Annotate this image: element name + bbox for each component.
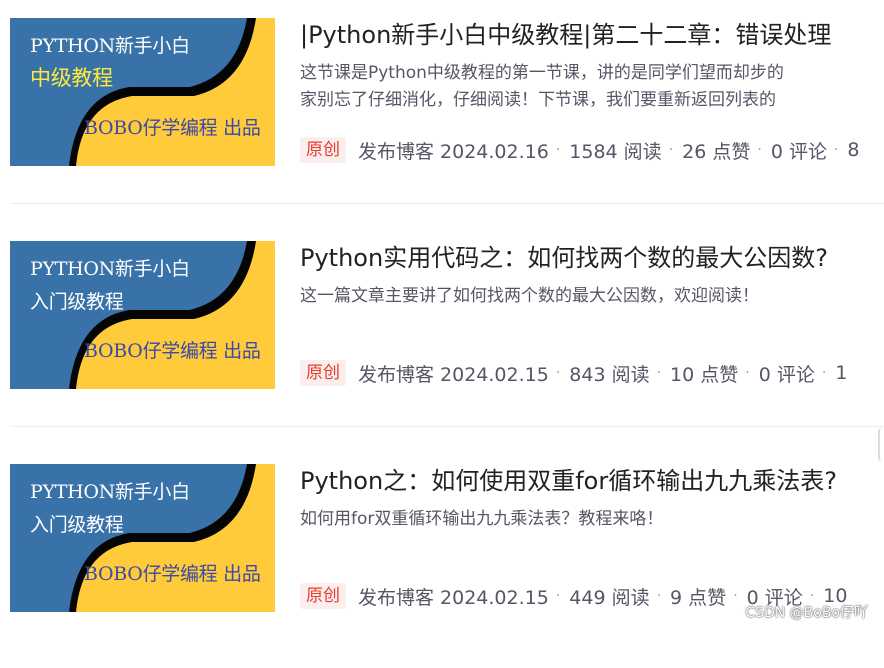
publish-date: 发布博客 2024.02.15 [358,586,549,609]
article-description-line: 这节课是Python中级教程的第一节课，讲的是同学们望而却步的 [300,63,784,83]
meta-separator: · [757,142,762,158]
article-description-line: 如何用for双重循环输出九九乘法表？教程来咯！ [300,509,664,529]
meta-separator: · [555,365,561,381]
article-description-line: 这一篇文章主要讲了如何找两个数的最大公因数，欢迎阅读！ [300,286,759,306]
article-meta: 原创 发布博客 2024.02.16 · 1584 阅读 · 26 点赞 · 0… [300,135,884,165]
article-thumbnail[interactable]: PYTHON新手小白 入门级教程 BOBO仔学编程 出品 [10,464,275,612]
article-meta: 原创 发布博客 2024.02.15 · 843 阅读 · 10 点赞 · 0 … [300,358,884,388]
thumbnail-caption-level: 入门级教程 [30,291,124,313]
thumbnail-caption-level: 入门级教程 [30,514,124,536]
list-divider [10,203,884,204]
like-count: 9 点赞 [670,586,727,609]
meta-separator: · [733,588,738,604]
article-description[interactable]: 这一篇文章主要讲了如何找两个数的最大公因数，欢迎阅读！ [300,283,884,310]
read-count: 449 阅读 [569,586,650,609]
article-thumbnail[interactable]: PYTHON新手小白 入门级教程 BOBO仔学编程 出品 [10,241,275,389]
comment-count: 0 评论 [758,363,815,386]
publish-date: 发布博客 2024.02.15 [358,363,549,386]
csdn-watermark: CSDN @BoBo仔吖 [745,605,868,621]
article-item: PYTHON新手小白 中级教程 BOBO仔学编程 出品 |Python新手小白中… [0,0,884,222]
original-badge: 原创 [300,583,346,609]
article-title[interactable]: |Python新手小白中级教程|第二十二章：错误处理 [300,19,884,51]
article-description-line: 家别忘了仔细消化，仔细阅读！下节课，我们要重新返回列表的 [300,90,776,110]
thumbnail-caption-top: PYTHON新手小白 [30,258,190,280]
meta-separator: · [555,588,561,604]
original-badge: 原创 [300,137,346,163]
original-badge: 原创 [300,360,346,386]
meta-separator: · [745,365,750,381]
thumbnail-caption-author: BOBO仔学编程 出品 [84,117,261,139]
list-divider [10,426,884,427]
meta-separator: · [656,588,662,604]
collect-count: 1 [835,362,848,384]
meta-separator: · [668,142,674,158]
article-title[interactable]: Python实用代码之：如何找两个数的最大公因数? [300,242,884,274]
thumbnail-caption-author: BOBO仔学编程 出品 [84,340,261,362]
like-count: 10 点赞 [670,363,739,386]
article-thumbnail[interactable]: PYTHON新手小白 中级教程 BOBO仔学编程 出品 [10,18,275,166]
read-count: 843 阅读 [569,363,650,386]
like-count: 26 点赞 [682,140,751,163]
article-description[interactable]: 如何用for双重循环输出九九乘法表？教程来咯！ [300,506,884,533]
comment-count: 0 评论 [770,140,827,163]
read-count: 1584 阅读 [569,140,662,163]
scroll-edge-handle[interactable] [878,428,884,462]
meta-separator: · [555,142,561,158]
collect-count: 8 [847,139,860,161]
article-item: PYTHON新手小白 入门级教程 BOBO仔学编程 出品 Python之：如何使… [0,446,884,668]
publish-date: 发布博客 2024.02.16 [358,140,549,163]
article-item: PYTHON新手小白 入门级教程 BOBO仔学编程 出品 Python实用代码之… [0,223,884,445]
thumbnail-caption-top: PYTHON新手小白 [30,481,190,503]
thumbnail-caption-author: BOBO仔学编程 出品 [84,563,261,585]
meta-separator: · [821,365,827,381]
article-title[interactable]: Python之：如何使用双重for循环输出九九乘法表? [300,465,884,497]
meta-separator: · [833,142,839,158]
thumbnail-caption-top: PYTHON新手小白 [30,35,190,57]
meta-separator: · [656,365,662,381]
thumbnail-caption-level: 中级教程 [30,66,113,90]
article-description[interactable]: 这节课是Python中级教程的第一节课，讲的是同学们望而却步的 家别忘了仔细消化… [300,60,884,114]
